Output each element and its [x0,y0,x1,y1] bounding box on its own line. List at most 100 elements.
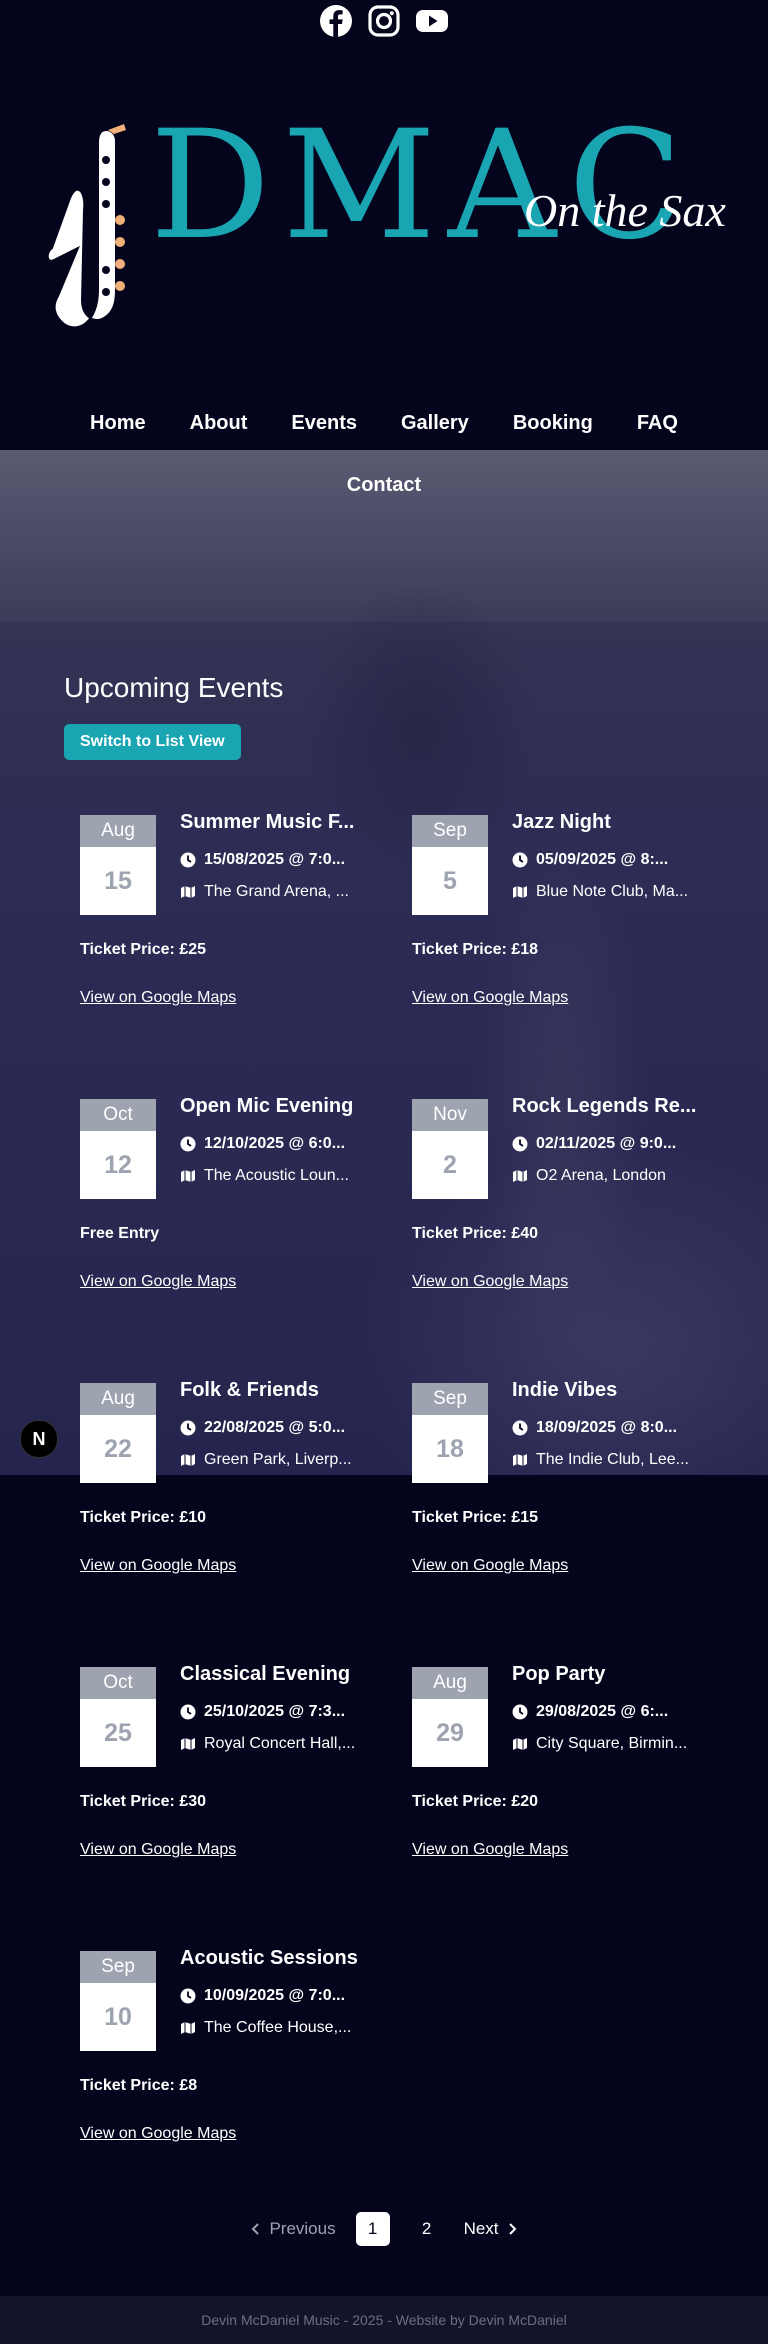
clock-icon [180,852,196,868]
event-price: Ticket Price: £15 [412,1509,539,1526]
event-price: Ticket Price: £10 [80,1509,207,1526]
instagram-icon[interactable] [367,4,401,38]
event-title[interactable]: Summer Music F... [180,811,370,834]
event-datetime: 15/08/2025 @ 7:0... [180,851,370,869]
event-price: Ticket Price: £18 [412,941,539,958]
event-card: Sep 18 Indie Vibes 18/09/2025 @ 8:0... The I… [412,1379,702,1667]
map-icon [513,1738,527,1750]
event-datetime-text: 12/10/2025 @ 6:0... [204,1135,346,1152]
clock-icon [512,852,528,868]
map-icon [513,886,527,898]
event-title[interactable]: Rock Legends Re... [512,1095,702,1118]
event-price: Ticket Price: £30 [80,1793,207,1810]
google-maps-link[interactable]: View on Google Maps [80,989,236,1007]
next-label: Next [463,2219,499,2238]
nav-about[interactable]: About [190,412,248,435]
nav-gallery[interactable]: Gallery [401,412,469,435]
event-date-badge: Oct 12 [80,1099,156,1199]
event-datetime-text: 15/08/2025 @ 7:0... [204,851,346,868]
event-title[interactable]: Folk & Friends [180,1379,370,1402]
chevron-right-icon [508,2223,516,2235]
map-icon [513,1454,527,1466]
social-links [0,4,768,38]
clock-icon [512,1136,528,1152]
google-maps-link[interactable]: View on Google Maps [412,1273,568,1291]
youtube-icon[interactable] [415,4,449,38]
event-venue-text: City Square, Birmin... [536,1735,688,1752]
event-date-badge: Oct 25 [80,1667,156,1767]
event-datetime-text: 22/08/2025 @ 5:0... [204,1419,346,1436]
event-price: Ticket Price: £20 [412,1793,539,1810]
event-card: Aug 15 Summer Music F... 15/08/2025 @ 7:0..… [80,811,412,1099]
clock-icon [180,1420,196,1436]
event-day: 5 [443,867,457,895]
event-venue-text: Green Park, Liverp... [204,1451,352,1468]
event-title[interactable]: Classical Evening [180,1663,370,1686]
event-card: Oct 25 Classical Evening 25/10/2025 @ 7:3..… [80,1663,412,1951]
event-title[interactable]: Indie Vibes [512,1379,702,1402]
event-venue-text: O2 Arena, London [536,1167,666,1184]
event-venue: Royal Concert Hall,... [180,1735,370,1753]
page-2-button[interactable]: 2 [410,2212,444,2246]
google-maps-link[interactable]: View on Google Maps [80,1841,236,1859]
facebook-icon[interactable] [319,4,353,38]
event-datetime-text: 18/09/2025 @ 8:0... [536,1419,678,1436]
next-page-button[interactable]: Next [464,2219,517,2239]
dev-badge[interactable]: N [20,1420,58,1458]
event-venue: Blue Note Club, Ma... [512,883,702,901]
google-maps-link[interactable]: View on Google Maps [412,989,568,1007]
section-title: Upcoming Events [64,672,284,703]
nav-home[interactable]: Home [90,412,146,435]
event-title[interactable]: Acoustic Sessions [180,1947,370,1970]
list-view-toggle-button[interactable]: Switch to List View [64,724,241,760]
map-icon [181,2022,195,2034]
google-maps-link[interactable]: View on Google Maps [80,1273,236,1291]
google-maps-link[interactable]: View on Google Maps [412,1841,568,1859]
event-title[interactable]: Jazz Night [512,811,702,834]
clock-icon [180,1136,196,1152]
event-date-badge: Aug 29 [412,1667,488,1767]
event-venue: City Square, Birmin... [512,1735,702,1753]
google-maps-link[interactable]: View on Google Maps [412,1557,568,1575]
page-1-button[interactable]: 1 [355,2212,390,2246]
google-maps-link[interactable]: View on Google Maps [80,1557,236,1575]
event-price: Ticket Price: £8 [80,2077,198,2094]
event-month: Sep [412,815,488,847]
event-day: 12 [104,1151,132,1179]
map-icon [181,1738,195,1750]
event-month: Sep [412,1383,488,1415]
previous-page-button[interactable]: Previous [251,2219,336,2239]
clock-icon [512,1420,528,1436]
event-date-badge: Sep 5 [412,815,488,915]
event-day: 22 [104,1435,132,1463]
saxophone-graphic [48,124,126,329]
event-title[interactable]: Pop Party [512,1663,702,1686]
google-maps-link[interactable]: View on Google Maps [80,2125,236,2143]
event-price: Free Entry [80,1225,160,1242]
map-icon [181,1454,195,1466]
event-datetime: 18/09/2025 @ 8:0... [512,1419,702,1437]
site-footer: Devin McDaniel Music - 2025 - Website by… [0,2296,768,2344]
event-venue: O2 Arena, London [512,1167,702,1185]
event-venue: Green Park, Liverp... [180,1451,370,1469]
event-month: Sep [80,1951,156,1983]
event-datetime-text: 25/10/2025 @ 7:3... [204,1703,346,1720]
event-date-badge: Nov 2 [412,1099,488,1199]
clock-icon [180,1704,196,1720]
event-card: Sep 10 Acoustic Sessions 10/09/2025 @ 7:0..… [80,1947,412,2235]
previous-label: Previous [269,2219,336,2238]
site-header: DMAC On the Sax Home About Events Galler… [0,0,768,450]
event-title[interactable]: Open Mic Evening [180,1095,370,1118]
events-grid: Aug 15 Summer Music F... 15/08/2025 @ 7:0..… [80,811,702,2235]
event-month: Aug [80,1383,156,1415]
event-venue: The Coffee House,... [180,2019,370,2037]
logo-tagline: On the Sax [524,185,726,236]
event-date-badge: Sep 10 [80,1951,156,2051]
nav-contact[interactable]: Contact [0,474,768,497]
event-card: Aug 29 Pop Party 29/08/2025 @ 6:... City Squ… [412,1663,702,1951]
event-day: 29 [436,1719,464,1747]
nav-events[interactable]: Events [291,412,357,435]
event-venue: The Acoustic Loun... [180,1167,370,1185]
nav-booking[interactable]: Booking [513,412,593,435]
nav-faq[interactable]: FAQ [637,412,678,435]
